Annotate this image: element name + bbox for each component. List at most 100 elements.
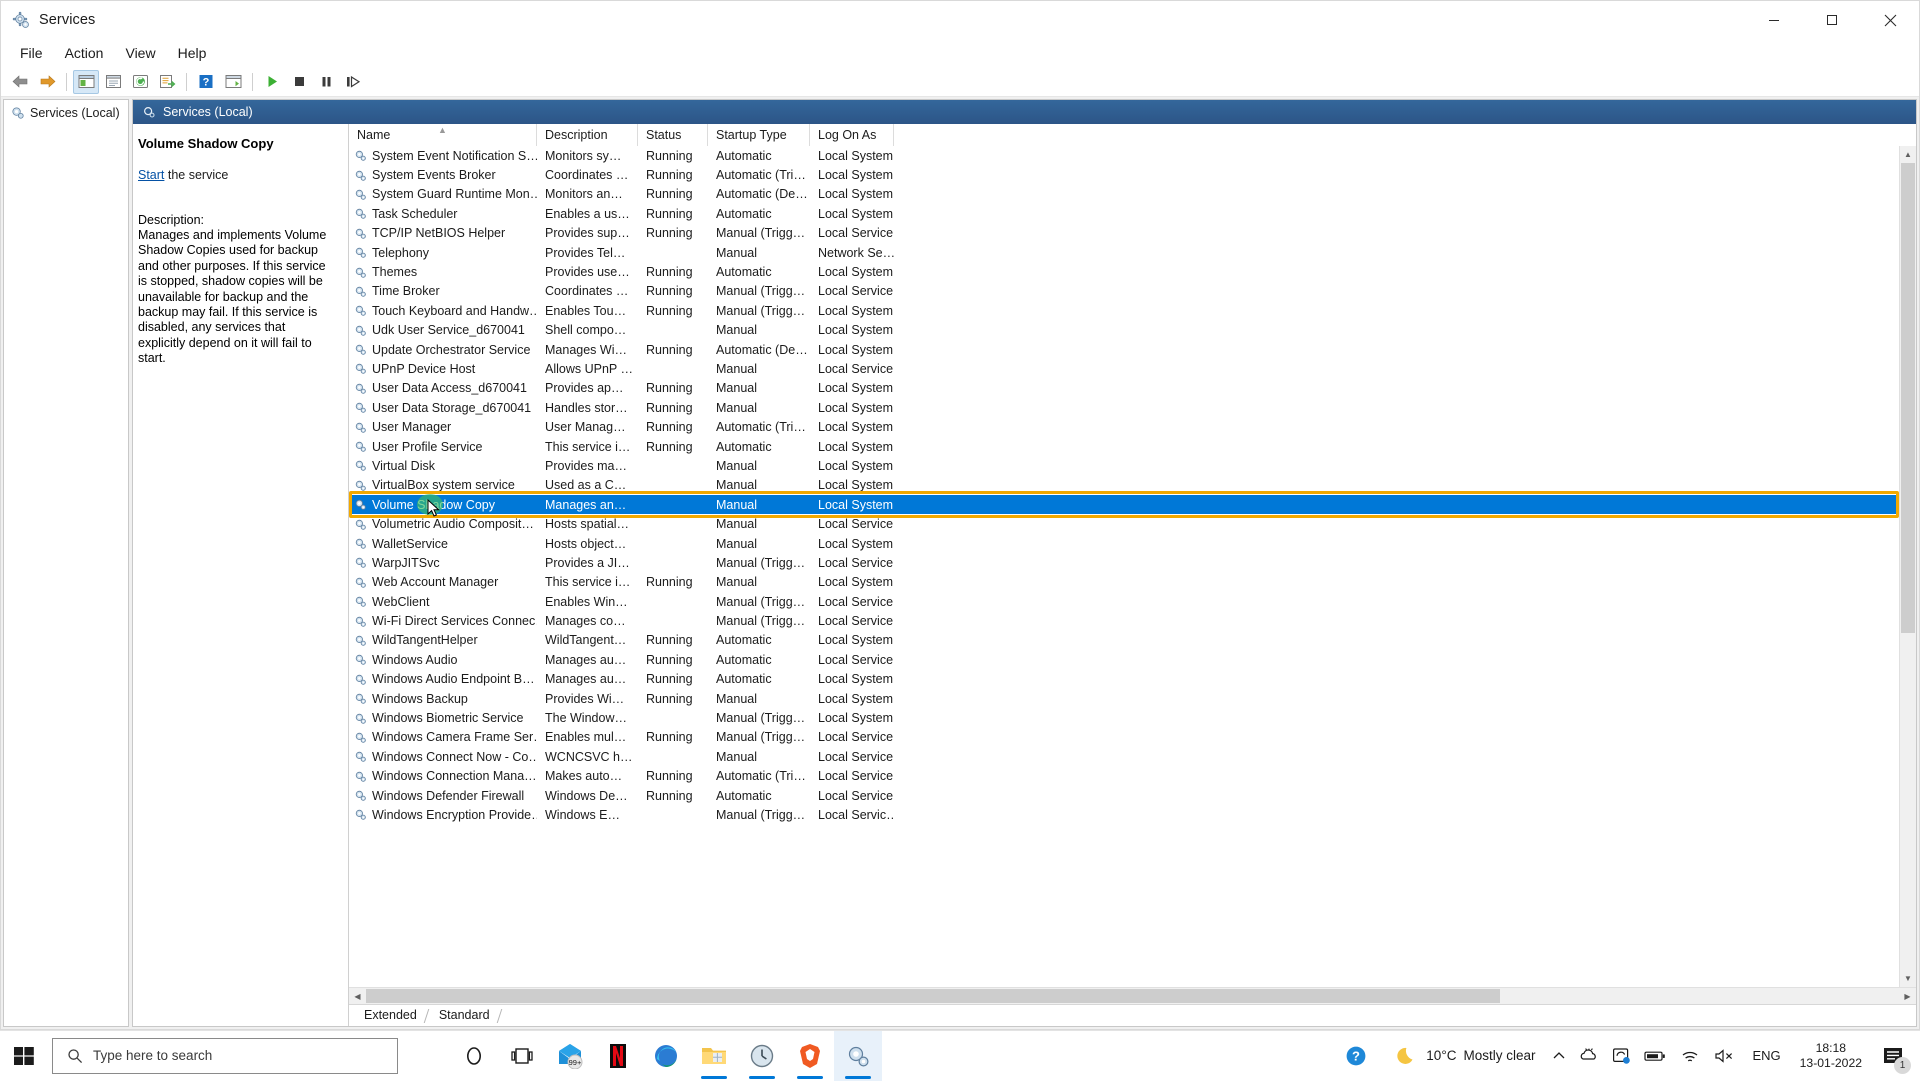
table-row[interactable]: Windows Defender FirewallWindows De…Runn…	[349, 786, 1899, 805]
maximize-button[interactable]	[1803, 1, 1861, 39]
tab-standard[interactable]: Standard	[427, 1006, 499, 1026]
table-row[interactable]: Web Account ManagerThis service i…Runnin…	[349, 573, 1899, 592]
table-row[interactable]: User Data Storage_d670041Handles stor…Ru…	[349, 398, 1899, 417]
onedrive-icon[interactable]	[1573, 1031, 1605, 1081]
language-indicator[interactable]: ENG	[1743, 1048, 1789, 1063]
start-service-icon[interactable]	[259, 70, 285, 94]
show-hide-action-pane-icon[interactable]	[220, 70, 246, 94]
network-wifi-icon[interactable]	[1673, 1031, 1707, 1081]
brave-browser-icon[interactable]	[786, 1031, 834, 1081]
services-app-icon[interactable]	[834, 1031, 882, 1081]
clock-app-icon[interactable]	[738, 1031, 786, 1081]
windows-update-icon[interactable]	[1605, 1031, 1637, 1081]
mail-icon[interactable]: 99+	[546, 1031, 594, 1081]
search-input[interactable]: Type here to search	[52, 1038, 398, 1074]
column-header-description[interactable]: Description	[537, 124, 638, 146]
microsoft-edge-icon[interactable]	[642, 1031, 690, 1081]
netflix-icon[interactable]	[594, 1031, 642, 1081]
refresh-icon[interactable]	[127, 70, 153, 94]
cortana-icon[interactable]	[450, 1031, 498, 1081]
action-center-icon[interactable]: 1	[1872, 1031, 1914, 1081]
cell-filler	[894, 398, 1899, 417]
table-row[interactable]: System Guard Runtime Mon…Monitors an…Run…	[349, 185, 1899, 204]
table-row[interactable]: Windows Audio Endpoint B…Manages au…Runn…	[349, 670, 1899, 689]
table-row[interactable]: User ManagerUser Manag…RunningAutomatic …	[349, 417, 1899, 436]
horizontal-scroll-track[interactable]	[366, 988, 1899, 1004]
column-header-startup-type[interactable]: Startup Type	[708, 124, 810, 146]
scroll-up-button[interactable]: ▲	[1900, 146, 1916, 163]
cell-logon: Local System	[810, 262, 894, 281]
stop-service-icon[interactable]	[286, 70, 312, 94]
vertical-scrollbar[interactable]: ▲ ▼	[1899, 146, 1916, 987]
battery-icon[interactable]	[1637, 1031, 1673, 1081]
table-row[interactable]: Windows Encryption Provide…Windows E…Man…	[349, 805, 1899, 824]
table-row[interactable]: Touch Keyboard and Handw…Enables Tou…Run…	[349, 301, 1899, 320]
menu-action[interactable]: Action	[54, 41, 115, 65]
clock[interactable]: 18:18 13-01-2022	[1790, 1031, 1872, 1081]
table-row[interactable]: Windows BackupProvides Wi…RunningManualL…	[349, 689, 1899, 708]
vertical-scroll-thumb[interactable]	[1901, 163, 1915, 633]
restart-service-icon[interactable]	[340, 70, 366, 94]
column-header-status[interactable]: Status	[638, 124, 708, 146]
close-button[interactable]	[1861, 1, 1919, 39]
back-icon[interactable]	[7, 70, 33, 94]
minimize-button[interactable]	[1745, 1, 1803, 39]
table-row[interactable]: Windows AudioManages au…RunningAutomatic…	[349, 650, 1899, 669]
table-row[interactable]: WebClientEnables Win…Manual (Trigg…Local…	[349, 592, 1899, 611]
table-row[interactable]: Volume Shadow CopyManages an…ManualLocal…	[349, 495, 1899, 514]
volume-muted-icon[interactable]	[1707, 1031, 1743, 1081]
weather-widget[interactable]: 10°C Mostly clear	[1391, 1045, 1545, 1067]
scroll-left-button[interactable]: ◀	[349, 988, 366, 1004]
table-row[interactable]: TCP/IP NetBIOS HelperProvides sup…Runnin…	[349, 224, 1899, 243]
table-row[interactable]: Virtual DiskProvides ma…ManualLocal Syst…	[349, 456, 1899, 475]
table-row[interactable]: WalletServiceHosts object…ManualLocal Sy…	[349, 534, 1899, 553]
table-row[interactable]: Time BrokerCoordinates …RunningManual (T…	[349, 282, 1899, 301]
properties-icon[interactable]	[100, 70, 126, 94]
cell-status: Running	[638, 398, 708, 417]
table-row[interactable]: UPnP Device HostAllows UPnP …ManualLocal…	[349, 359, 1899, 378]
scroll-right-button[interactable]: ▶	[1899, 988, 1916, 1004]
menu-file[interactable]: File	[9, 41, 54, 65]
table-row[interactable]: System Event Notification S…Monitors sy……	[349, 146, 1899, 165]
table-row[interactable]: Update Orchestrator ServiceManages Wi…Ru…	[349, 340, 1899, 359]
table-row[interactable]: Windows Camera Frame Ser…Enables mul…Run…	[349, 728, 1899, 747]
table-row[interactable]: Windows Biometric ServiceThe Window…Manu…	[349, 708, 1899, 727]
cell-description: Manages an…	[537, 495, 638, 514]
show-hide-console-tree-icon[interactable]	[73, 70, 99, 94]
scroll-down-button[interactable]: ▼	[1900, 970, 1916, 987]
start-button[interactable]	[0, 1031, 48, 1081]
table-row[interactable]: Task SchedulerEnables a us…RunningAutoma…	[349, 204, 1899, 223]
table-row[interactable]: WarpJITSvcProvides a JI…Manual (Trigg…Lo…	[349, 553, 1899, 572]
service-name-label: WalletService	[372, 537, 448, 551]
forward-icon[interactable]	[34, 70, 60, 94]
file-explorer-icon[interactable]	[690, 1031, 738, 1081]
table-row[interactable]: Volumetric Audio Composit…Hosts spatial……	[349, 514, 1899, 533]
menu-view[interactable]: View	[114, 41, 166, 65]
tree-item-services-local[interactable]: Services (Local)	[4, 100, 128, 125]
table-row[interactable]: User Profile ServiceThis service i…Runni…	[349, 437, 1899, 456]
table-row[interactable]: ThemesProvides use…RunningAutomaticLocal…	[349, 262, 1899, 281]
table-row[interactable]: Udk User Service_d670041Shell compo…Manu…	[349, 321, 1899, 340]
export-list-icon[interactable]	[154, 70, 180, 94]
vertical-scroll-track[interactable]	[1900, 163, 1916, 970]
table-row[interactable]: VirtualBox system serviceUsed as a C…Man…	[349, 476, 1899, 495]
pause-service-icon[interactable]	[313, 70, 339, 94]
column-header-log-on-as[interactable]: Log On As	[810, 124, 894, 146]
table-row[interactable]: WildTangentHelperWildTangent…RunningAuto…	[349, 631, 1899, 650]
help-circle-icon[interactable]: ?	[1321, 1031, 1391, 1081]
table-row[interactable]: User Data Access_d670041Provides ap…Runn…	[349, 379, 1899, 398]
table-row[interactable]: Windows Connection Mana…Makes auto…Runni…	[349, 767, 1899, 786]
start-service-link[interactable]: Start	[138, 168, 164, 182]
horizontal-scrollbar[interactable]: ◀ ▶	[349, 987, 1916, 1004]
table-row[interactable]: Windows Connect Now - Co…WCNCSVC h…Manua…	[349, 747, 1899, 766]
menu-help[interactable]: Help	[167, 41, 218, 65]
column-header-name[interactable]: Name ▲	[349, 124, 537, 146]
table-row[interactable]: Wi-Fi Direct Services Connec…Manages co……	[349, 611, 1899, 630]
table-row[interactable]: System Events BrokerCoordinates …Running…	[349, 165, 1899, 184]
show-hidden-icons-chevron[interactable]	[1545, 1031, 1573, 1081]
table-row[interactable]: TelephonyProvides Tel…ManualNetwork Se…	[349, 243, 1899, 262]
horizontal-scroll-thumb[interactable]	[366, 989, 1500, 1003]
help-icon[interactable]: ?	[193, 70, 219, 94]
task-view-icon[interactable]	[498, 1031, 546, 1081]
tab-extended[interactable]: Extended	[352, 1006, 426, 1026]
